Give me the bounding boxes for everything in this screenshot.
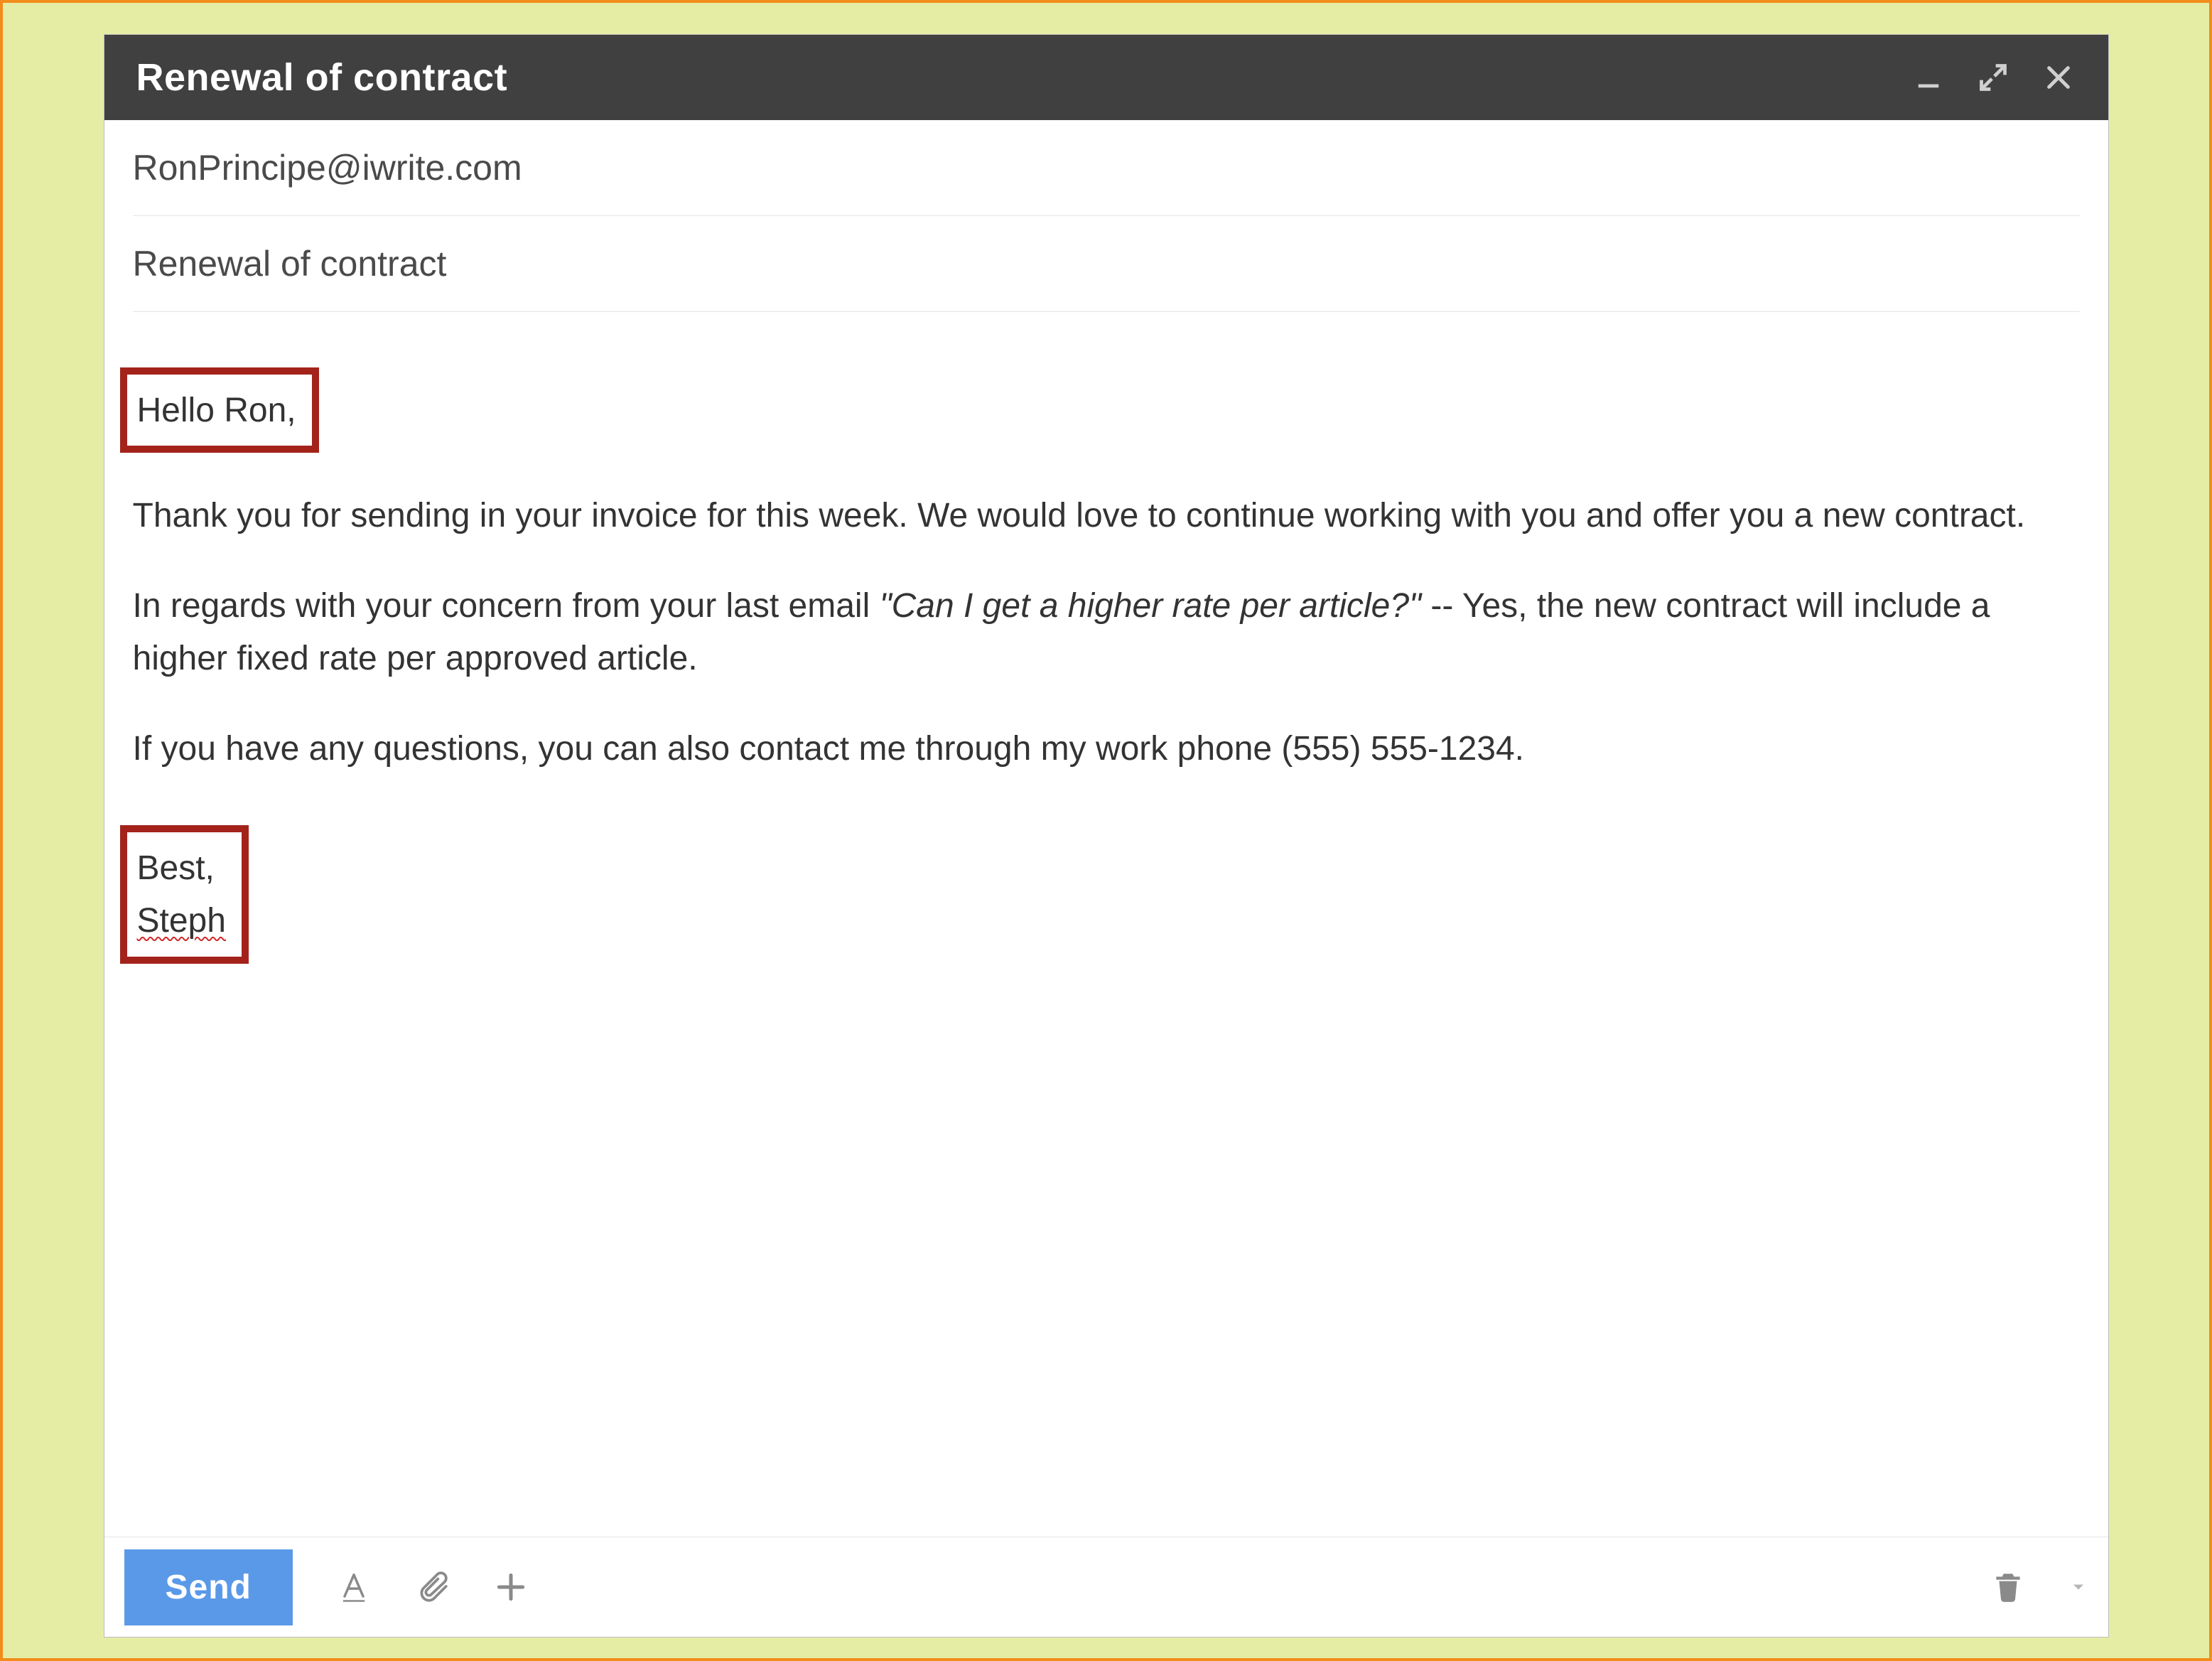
to-field[interactable]: RonPrincipe@iwrite.com <box>133 120 2080 216</box>
close-icon[interactable] <box>2044 63 2073 92</box>
signature-highlight: Best, Steph <box>120 825 249 964</box>
compose-window: Renewal of contract RonPrincipe@iwrite.c… <box>104 35 2108 1637</box>
body-paragraph-3: If you have any questions, you can also … <box>133 723 2080 775</box>
minimize-icon[interactable] <box>1915 64 1942 91</box>
trash-icon[interactable] <box>1990 1569 2026 1605</box>
subject-field[interactable]: Renewal of contract <box>133 216 2080 312</box>
window-controls <box>1915 62 2087 93</box>
header-fields: RonPrincipe@iwrite.com Renewal of contra… <box>104 120 2108 312</box>
body-greeting: Hello Ron, <box>137 392 296 429</box>
attachment-icon[interactable] <box>415 1569 451 1605</box>
send-button[interactable]: Send <box>124 1549 293 1625</box>
expand-icon[interactable] <box>1978 62 2009 93</box>
body-paragraph-1: Thank you for sending in your invoice fo… <box>133 490 2080 542</box>
compose-toolbar: Send <box>104 1537 2108 1637</box>
insert-icon[interactable] <box>493 1569 529 1605</box>
window-title: Renewal of contract <box>136 55 1915 100</box>
body-paragraph-2: In regards with your concern from your l… <box>133 580 2080 686</box>
more-options-icon[interactable] <box>2068 1577 2088 1597</box>
closing-line-1: Best, <box>137 849 215 887</box>
title-bar: Renewal of contract <box>104 35 2108 120</box>
greeting-highlight: Hello Ron, <box>120 367 319 453</box>
formatting-icon[interactable] <box>335 1569 372 1606</box>
closing-line-2: Steph <box>137 902 226 940</box>
quoted-text: "Can I get a higher rate per article?" <box>880 587 1422 625</box>
message-body[interactable]: Hello Ron, Thank you for sending in your… <box>104 312 2108 1537</box>
